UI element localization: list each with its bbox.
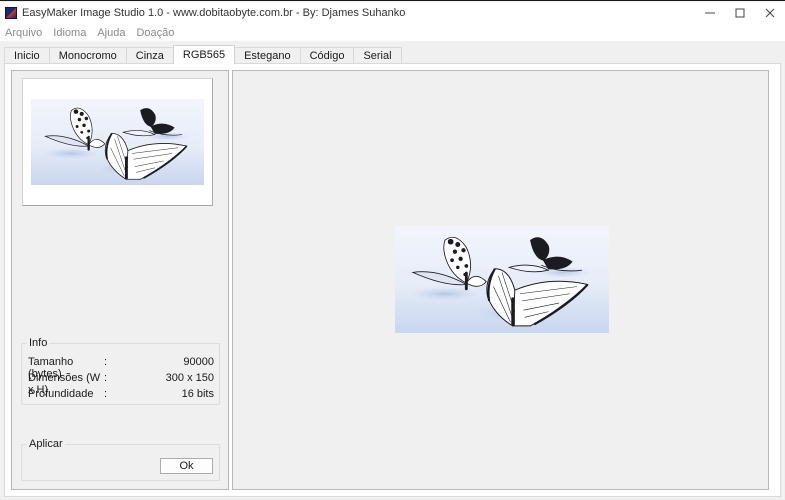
menu-doacao[interactable]: Doação [135,27,175,39]
info-group: Info Tamanho (bytes) : 90000 Dimensões (… [21,337,220,405]
minimize-button[interactable] [695,2,725,24]
tab-rgb565[interactable]: RGB565 [172,45,236,64]
info-value: 90000 [183,356,214,368]
info-row-depth: Profundidade : 16 bits [28,388,214,402]
tab-codigo[interactable]: Código [299,47,355,64]
menu-idioma[interactable]: Idioma [52,27,87,39]
info-colon: : [104,388,108,400]
ok-button[interactable]: Ok [160,458,213,474]
window-title: EasyMaker Image Studio 1.0 - www.dobitao… [22,7,406,19]
info-row-size: Tamanho (bytes) : 90000 [28,356,214,380]
preview-image [395,226,609,333]
info-label: Dimensões (W x H) [28,372,101,396]
tab-estegano[interactable]: Estegano [234,47,301,64]
minimize-icon [705,12,715,14]
info-label: Tamanho (bytes) [28,356,74,380]
close-button[interactable] [755,2,785,24]
info-label: Profundidade [28,388,94,400]
tab-strip: Inicio Monocromo Cinza RGB565 Estegano C… [4,45,402,64]
info-colon: : [104,372,108,384]
info-group-title: Info [27,337,50,349]
left-panel: Info Tamanho (bytes) : 90000 Dimensões (… [11,70,229,490]
maximize-icon [735,8,745,18]
window-controls [695,2,785,24]
app-window: EasyMaker Image Studio 1.0 - www.dobitao… [0,0,785,500]
preview-panel [232,70,769,490]
menu-ajuda[interactable]: Ajuda [96,27,126,39]
tab-inicio[interactable]: Inicio [4,47,50,64]
maximize-button[interactable] [725,2,755,24]
tab-monocromo[interactable]: Monocromo [48,47,127,64]
close-icon [765,8,775,18]
tab-serial[interactable]: Serial [353,47,402,64]
title-bar[interactable]: EasyMaker Image Studio 1.0 - www.dobitao… [0,2,785,24]
info-value: 300 x 150 [165,372,214,384]
menu-bar: Arquivo Idioma Ajuda Doação [0,24,785,41]
apply-group-title: Aplicar [27,438,65,450]
info-value: 16 bits [181,388,214,400]
apply-group: Aplicar Ok [21,438,220,481]
app-logo-icon [5,7,17,19]
menu-arquivo[interactable]: Arquivo [4,27,43,39]
info-row-dimensions: Dimensões (W x H) : 300 x 150 [28,372,214,396]
tab-cinza[interactable]: Cinza [125,47,174,64]
thumbnail-frame[interactable] [22,78,213,206]
info-colon: : [104,356,108,368]
thumbnail-image [31,99,204,185]
